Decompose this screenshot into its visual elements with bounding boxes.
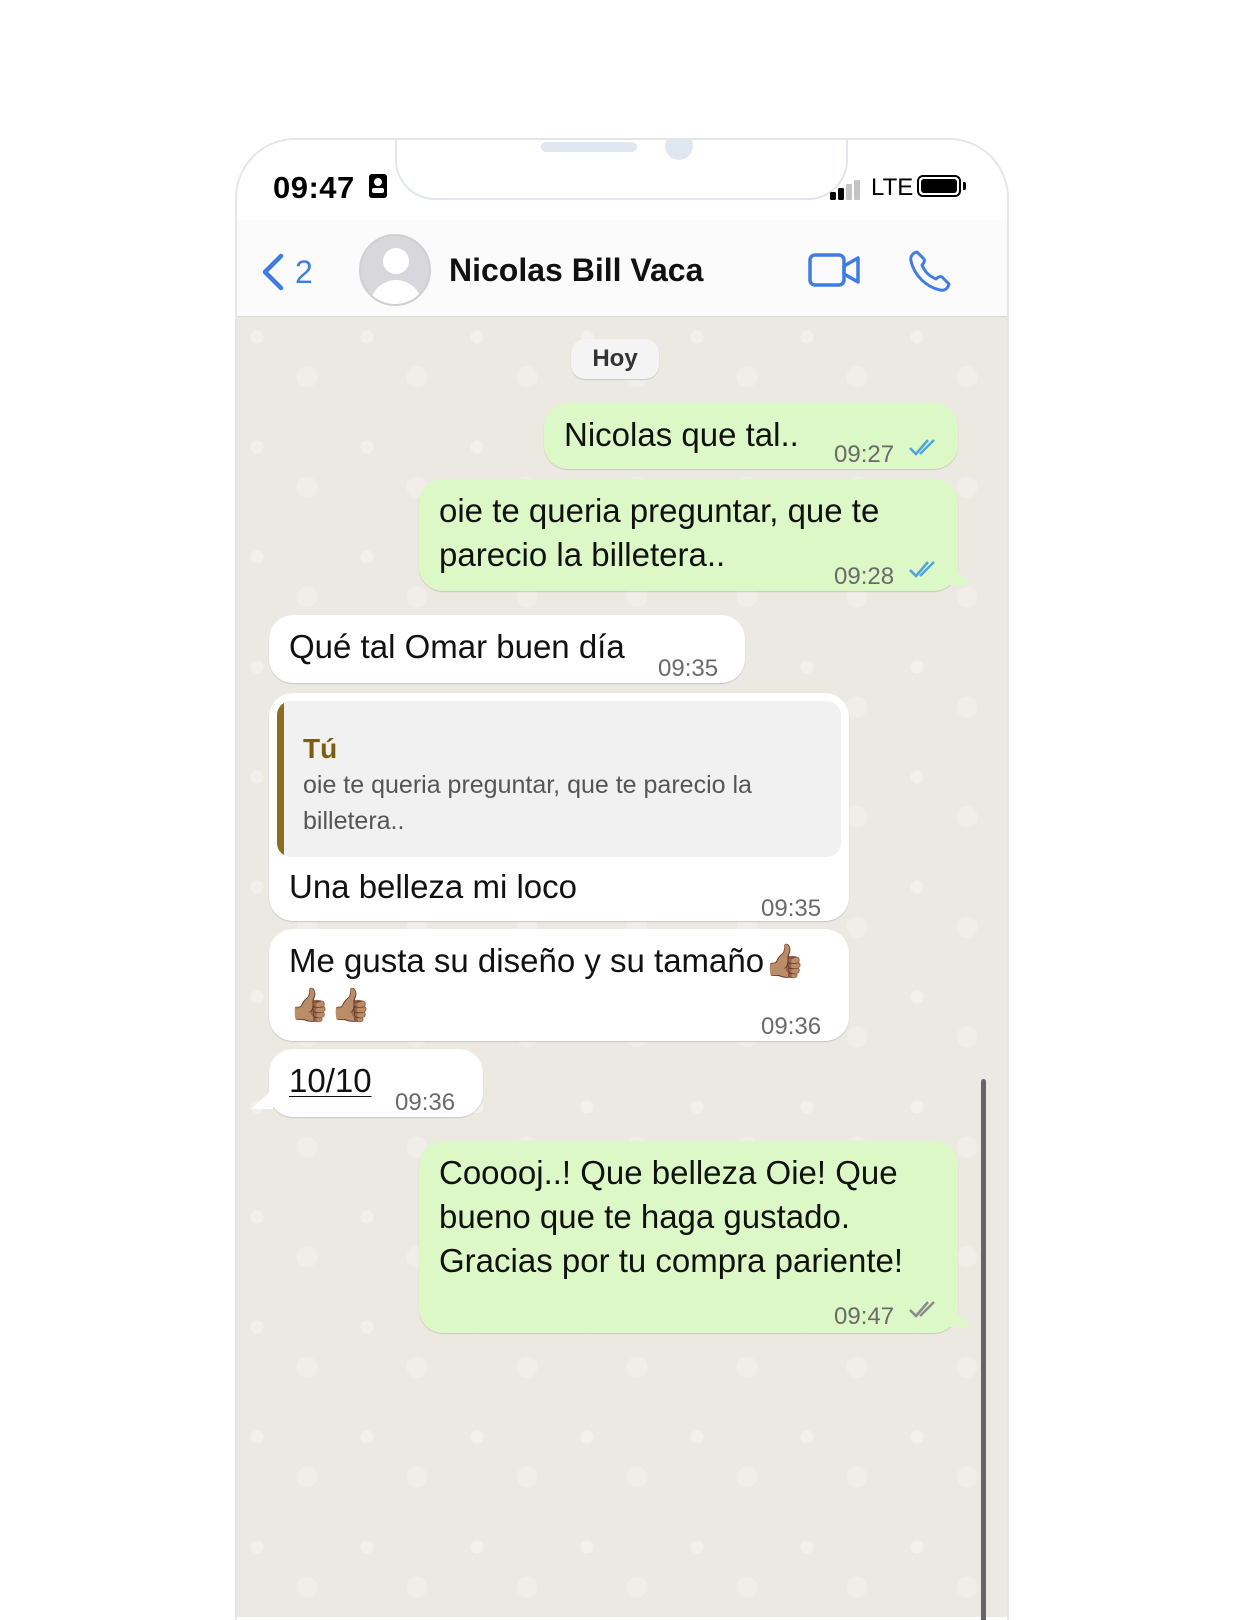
quoted-message[interactable]: Tú oie te queria preguntar, que te parec…: [277, 701, 841, 857]
message-outgoing[interactable]: Cooooj..! Que belleza Oie! Que bueno que…: [419, 1141, 972, 1333]
unread-count[interactable]: 2: [295, 254, 313, 291]
chat-area[interactable]: Hoy Nicolas que tal.. 09:27 oie te queri…: [237, 317, 1007, 1620]
contact-name[interactable]: Nicolas Bill Vaca: [449, 252, 703, 289]
bubble-tail: [950, 1307, 972, 1327]
front-camera: [665, 140, 693, 160]
message-time: 09:28: [834, 563, 895, 590]
message-text: Qué tal Omar buen día: [289, 628, 625, 665]
bubble-tail: [950, 565, 972, 585]
network-label: LTE: [871, 174, 914, 201]
message-outgoing[interactable]: Nicolas que tal.. 09:27: [544, 403, 958, 469]
battery-icon: [917, 175, 961, 197]
phone-frame: 09:47 LTE 2 Nicolas Bill Vaca Hoy Nicola…: [235, 138, 1009, 1620]
message-incoming[interactable]: Qué tal Omar buen día 09:35: [269, 615, 745, 683]
double-check-icon: [909, 439, 935, 456]
double-check-icon: [909, 561, 935, 578]
message-text: Una belleza mi loco: [289, 868, 577, 905]
message-time: 09:36: [761, 1013, 822, 1040]
message-text: Me gusta su diseño y su tamaño👍🏽👍🏽👍🏽: [289, 942, 806, 1023]
message-text: Cooooj..! Que belleza Oie! Que bueno que…: [439, 1154, 904, 1279]
chevron-left-icon[interactable]: [255, 252, 291, 292]
signal-icon: [830, 178, 866, 200]
status-time: 09:47: [273, 170, 355, 205]
message-outgoing[interactable]: oie te queria preguntar, que te parecio …: [419, 479, 972, 591]
quote-text: oie te queria preguntar, que te parecio …: [303, 771, 752, 835]
message-incoming-reply[interactable]: Tú oie te queria preguntar, que te parec…: [269, 693, 849, 922]
quote-author: Tú: [303, 733, 338, 764]
double-check-icon: [909, 1301, 935, 1318]
message-incoming[interactable]: Me gusta su diseño y su tamaño👍🏽👍🏽👍🏽 09:…: [269, 929, 849, 1041]
message-text: 10/10: [289, 1062, 372, 1099]
message-incoming[interactable]: 10/10 09:36: [251, 1049, 483, 1117]
quote-bar: [277, 701, 284, 857]
message-time: 09:35: [658, 655, 719, 682]
message-time: 09:27: [834, 441, 895, 468]
contact-card-icon: [369, 174, 387, 198]
date-chip: Hoy: [571, 339, 659, 379]
message-time: 09:36: [395, 1089, 456, 1116]
notch: [395, 140, 848, 200]
battery-tip: [963, 182, 966, 190]
speaker: [541, 142, 637, 152]
bubble-tail: [251, 1089, 273, 1109]
scrollbar[interactable]: [981, 1079, 986, 1620]
message-time: 09:47: [834, 1303, 895, 1330]
avatar[interactable]: [359, 234, 431, 306]
message-text: Nicolas que tal..: [564, 416, 799, 453]
video-camera-icon[interactable]: [807, 250, 863, 290]
message-time: 09:35: [761, 895, 822, 922]
phone-icon[interactable]: [907, 248, 953, 294]
chat-header: 2 Nicolas Bill Vaca: [237, 220, 1007, 317]
